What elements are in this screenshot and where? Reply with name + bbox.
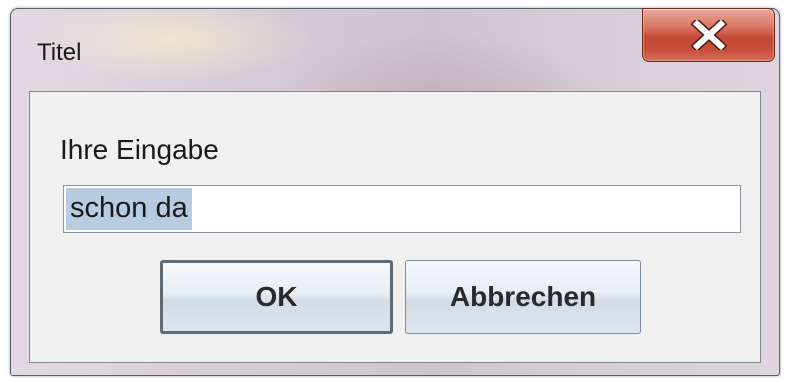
cancel-button[interactable]: Abbrechen <box>405 260 641 334</box>
window-title: Titel <box>37 39 82 66</box>
text-input[interactable]: schon da <box>63 185 741 233</box>
ok-button[interactable]: OK <box>160 260 393 334</box>
dialog-window: Titel Ihre Eingabe schon da OK Abbrechen <box>10 8 780 376</box>
close-icon <box>689 20 729 50</box>
input-value[interactable]: schon da <box>66 188 192 230</box>
title-bar[interactable]: Titel <box>11 8 779 89</box>
dialog-content: Ihre Eingabe schon da OK Abbrechen <box>29 91 761 363</box>
close-button[interactable] <box>642 8 775 62</box>
prompt-label: Ihre Eingabe <box>60 134 219 165</box>
